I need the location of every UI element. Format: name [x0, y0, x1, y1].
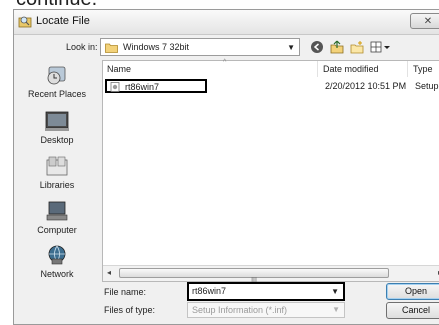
horizontal-scrollbar[interactable]: ◂ III ▸	[103, 265, 439, 284]
file-date-modified: 2/20/2012 10:51 PM	[325, 81, 407, 91]
file-row[interactable]: rt86win7 2/20/2012 10:51 PM Setup Inf	[105, 79, 439, 93]
place-computer[interactable]: Computer	[14, 200, 100, 235]
scroll-left-icon[interactable]: ◂	[107, 268, 111, 277]
places-bar: Recent Places Desktop Libraries Computer…	[14, 62, 100, 302]
file-list: Name ^ Date modified Type rt86win7 2/20/…	[102, 59, 439, 284]
place-label: Network	[40, 269, 74, 279]
open-button[interactable]: Open	[386, 283, 439, 300]
view-menu-icon[interactable]	[370, 40, 392, 54]
up-folder-icon[interactable]	[330, 40, 344, 54]
file-name-input[interactable]: rt86win7 ▼	[187, 282, 345, 301]
place-desktop[interactable]: Desktop	[14, 110, 100, 145]
back-icon[interactable]	[310, 40, 324, 54]
new-folder-icon[interactable]	[350, 40, 364, 54]
place-recent-places[interactable]: Recent Places	[14, 64, 100, 99]
look-in-dropdown[interactable]: Windows 7 32bit ▼	[100, 38, 300, 56]
chevron-down-icon[interactable]: ▼	[331, 287, 339, 296]
computer-icon	[46, 201, 68, 221]
look-in-value: Windows 7 32bit	[123, 42, 190, 52]
desktop-icon	[45, 111, 69, 131]
file-name-label: File name:	[104, 287, 147, 297]
look-in-label: Look in:	[66, 42, 98, 52]
setup-file-icon	[110, 82, 120, 92]
chevron-down-icon: ▼	[287, 43, 295, 52]
place-network[interactable]: Network	[14, 244, 100, 279]
place-label: Recent Places	[27, 89, 87, 99]
network-icon	[48, 245, 66, 265]
column-divider[interactable]	[407, 61, 408, 77]
column-header-date-modified[interactable]: Date modified	[323, 61, 379, 77]
place-label: Desktop	[40, 135, 74, 145]
locate-file-icon	[18, 16, 32, 28]
recent-places-icon	[47, 66, 66, 85]
locate-file-dialog: Locate File ✕ Look in: Windows 7 32bit ▼	[13, 9, 439, 325]
window-title: Locate File	[36, 15, 90, 27]
place-label: Computer	[37, 225, 77, 235]
title-bar: Locate File ✕	[14, 10, 439, 35]
folder-icon	[105, 43, 118, 53]
file-name: rt86win7	[125, 82, 160, 92]
file-name-cell[interactable]: rt86win7	[105, 79, 207, 93]
close-button[interactable]: ✕	[410, 13, 439, 29]
files-of-type-value: Setup Information (*.inf)	[192, 305, 288, 315]
files-of-type-dropdown[interactable]: Setup Information (*.inf) ▼	[187, 302, 345, 318]
files-of-type-label: Files of type:	[104, 305, 156, 315]
column-divider[interactable]	[317, 61, 318, 77]
scroll-thumb[interactable]: III	[119, 268, 389, 284]
file-name-value: rt86win7	[192, 286, 227, 296]
cancel-button[interactable]: Cancel	[386, 302, 439, 319]
sort-ascending-icon: ^	[223, 59, 227, 66]
place-label: Libraries	[39, 180, 75, 190]
column-header-type[interactable]: Type	[413, 61, 433, 77]
libraries-icon	[46, 156, 68, 176]
chevron-down-icon: ▼	[332, 305, 340, 314]
place-libraries[interactable]: Libraries	[14, 155, 100, 190]
file-type: Setup Inf	[415, 81, 439, 91]
column-header-name[interactable]: Name	[107, 61, 131, 77]
